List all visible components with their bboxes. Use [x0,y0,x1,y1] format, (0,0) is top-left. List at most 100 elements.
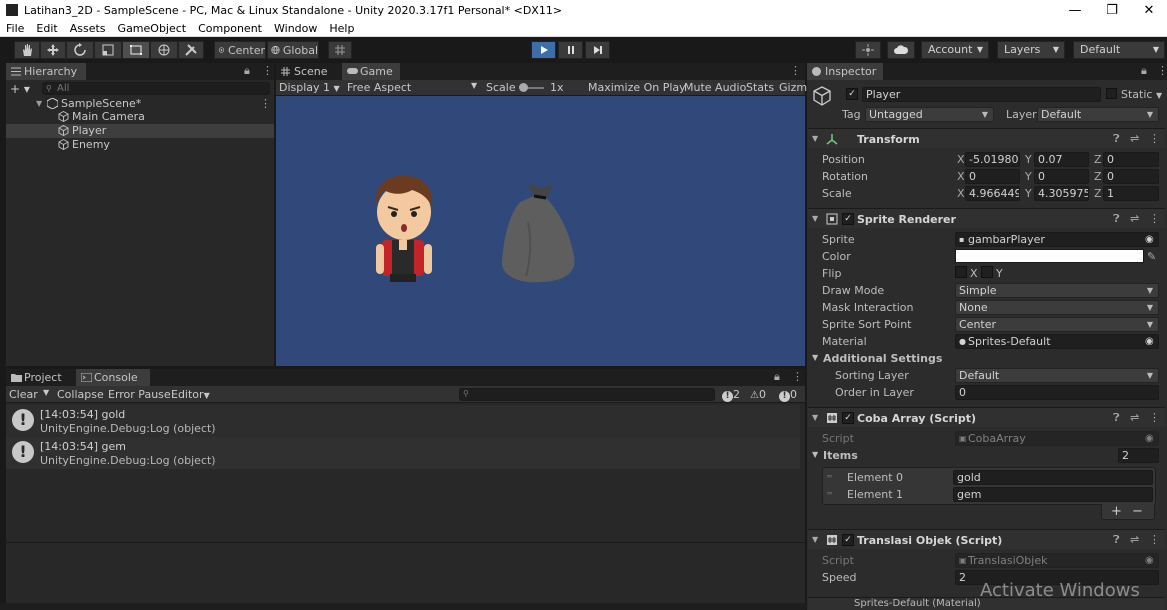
component-enabled-checkbox[interactable]: ✓ [842,534,854,546]
remove-element-button[interactable]: − [1132,504,1143,519]
play-button[interactable] [531,41,556,59]
console-entry[interactable]: ! [14:03:54] gem UnityEngine.Debug:Log (… [6,437,800,469]
transform-header[interactable]: ▼ Transform ❓︎ ⇌ ⋮ [808,128,1165,148]
warning-count-toggle[interactable]: ⚠0 [750,388,766,401]
clear-options-arrow-icon[interactable]: ▼ [43,388,49,397]
grid-snap-button[interactable] [328,41,352,59]
scale-slider-thumb[interactable] [519,83,528,92]
rotate-tool-button[interactable] [66,41,94,59]
menu-window[interactable]: Window [268,22,323,35]
tab-scene[interactable]: Scene [276,63,338,80]
additional-settings-foldout[interactable]: Additional Settings [823,352,942,365]
console-entry[interactable]: ! [14:03:54] gold UnityEngine.Debug:Log … [6,405,800,437]
tab-console[interactable]: Console [76,369,150,386]
help-icon[interactable]: ❓︎ [1113,132,1120,146]
custom-tool-button[interactable] [178,41,204,59]
order-in-layer-field[interactable]: 0 [955,385,1159,400]
rotation-z-field[interactable]: 0 [1103,169,1159,184]
collapse-toggle[interactable]: Collapse [57,388,104,401]
items-foldout[interactable]: Items [823,449,858,462]
hierarchy-item-player[interactable]: Player [6,124,274,138]
object-picker-icon[interactable]: ◉ [1145,233,1154,246]
position-y-field[interactable]: 0.07 [1034,152,1089,167]
help-icon[interactable]: ❓︎ [1113,533,1120,547]
scale-x-field[interactable]: 4.966449 [965,186,1020,201]
menu-help[interactable]: Help [323,22,360,35]
eyedropper-icon[interactable]: ✎ [1147,250,1156,263]
drag-handle-icon[interactable]: ═ [827,472,832,481]
layer-dropdown[interactable]: Default ▼ [1037,107,1159,122]
scale-z-field[interactable]: 1 [1103,186,1159,201]
items-size-field[interactable]: 2 [1118,448,1159,463]
drag-handle-icon[interactable]: ═ [827,489,832,498]
editor-dropdown[interactable]: Editor▼ [171,388,210,401]
preset-icon[interactable]: ⇌ [1130,212,1139,225]
component-menu-icon[interactable]: ⋮ [1149,411,1160,424]
lock-icon[interactable]: 🔒︎ [1141,64,1147,78]
element-1-field[interactable]: gem [953,487,1153,502]
fold-arrow-icon[interactable]: ▼ [812,353,818,362]
move-tool-button[interactable] [40,41,66,59]
tab-game[interactable]: Game [342,63,400,80]
flip-x-checkbox[interactable] [955,266,967,278]
hierarchy-search-input[interactable]: ⚲ All [42,82,270,95]
aspect-dropdown[interactable]: Free Aspect ▼ [347,81,479,94]
component-enabled-checkbox[interactable]: ✓ [842,412,854,424]
pause-button[interactable] [558,41,583,59]
display-dropdown[interactable]: Display 1 ▼ [279,81,340,94]
sprite-renderer-header[interactable]: ▼ ✓ Sprite Renderer ❓︎ ⇌ ⋮ [808,208,1165,228]
tab-inspector[interactable]: Inspector [807,63,883,80]
hierarchy-item-main-camera[interactable]: Main Camera [6,110,274,124]
scale-y-field[interactable]: 4.305975 [1034,186,1089,201]
pivot-center-toggle[interactable]: Center [214,41,266,59]
error-pause-toggle[interactable]: Error Pause [108,388,171,401]
position-x-field[interactable]: -5.019804 [965,152,1020,167]
preset-icon[interactable]: ⇌ [1130,411,1139,424]
fold-arrow-icon[interactable]: ▼ [812,450,818,459]
active-checkbox[interactable]: ✓ [846,88,858,100]
draw-mode-dropdown[interactable]: Simple ▼ [955,283,1159,298]
sort-point-dropdown[interactable]: Center ▼ [955,317,1159,332]
step-button[interactable] [585,41,610,59]
console-search-input[interactable]: ⚲ [459,388,715,401]
menu-assets[interactable]: Assets [64,22,112,35]
object-name-field[interactable]: Player [862,87,1101,102]
close-button[interactable]: ✕ [1131,0,1167,20]
menu-file[interactable]: File [0,22,30,35]
layout-dropdown[interactable]: Default ▼ [1073,41,1165,59]
account-dropdown[interactable]: Account ▼ [921,41,989,59]
stats-toggle[interactable]: Stats [746,81,774,94]
scale-tool-button[interactable] [94,41,122,59]
kebab-menu-icon[interactable]: ⋮ [262,64,273,77]
component-menu-icon[interactable]: ⋮ [1149,132,1160,145]
gizmos-toggle[interactable]: Gizm [779,81,807,94]
scene-row[interactable]: ▼ SampleScene* ⋮ [6,97,274,111]
log-count-toggle[interactable]: ! 2 [722,388,740,402]
preset-icon[interactable]: ⇌ [1130,533,1139,546]
global-space-toggle[interactable]: Global [267,41,319,59]
clear-button[interactable]: Clear [9,388,38,401]
maximize-button[interactable]: ❐ [1094,0,1130,20]
element-0-field[interactable]: gold [953,470,1153,485]
rect-tool-button[interactable] [122,41,150,59]
rotation-y-field[interactable]: 0 [1034,169,1089,184]
component-menu-icon[interactable]: ⋮ [1149,533,1160,546]
scene-kebab-icon[interactable]: ⋮ [260,97,271,111]
static-dropdown[interactable]: Static ▼ [1121,88,1162,101]
hierarchy-item-enemy[interactable]: Enemy [6,138,274,152]
position-z-field[interactable]: 0 [1103,152,1159,167]
coba-array-header[interactable]: ▼ ✓ Coba Array (Script) ❓︎ ⇌ ⋮ [808,407,1165,427]
flip-y-checkbox[interactable] [981,266,993,278]
help-icon[interactable]: ❓︎ [1113,411,1120,425]
layers-dropdown[interactable]: Layers ▼ [997,41,1065,59]
kebab-menu-icon[interactable]: ⋮ [1157,64,1167,77]
sprite-field[interactable]: ▪ gambarPlayer ◉ [955,232,1159,247]
tab-project[interactable]: Project [6,369,70,386]
translasi-objek-header[interactable]: ▼ ✓ Translasi Objek (Script) ❓︎ ⇌ ⋮ [808,529,1165,549]
mute-audio-toggle[interactable]: Mute Audio [684,81,746,94]
object-picker-icon[interactable]: ◉ [1145,335,1154,348]
component-enabled-checkbox[interactable]: ✓ [842,213,854,225]
help-icon[interactable]: ❓︎ [1113,212,1120,226]
mask-interaction-dropdown[interactable]: None ▼ [955,300,1159,315]
minimize-button[interactable]: — [1057,0,1093,20]
